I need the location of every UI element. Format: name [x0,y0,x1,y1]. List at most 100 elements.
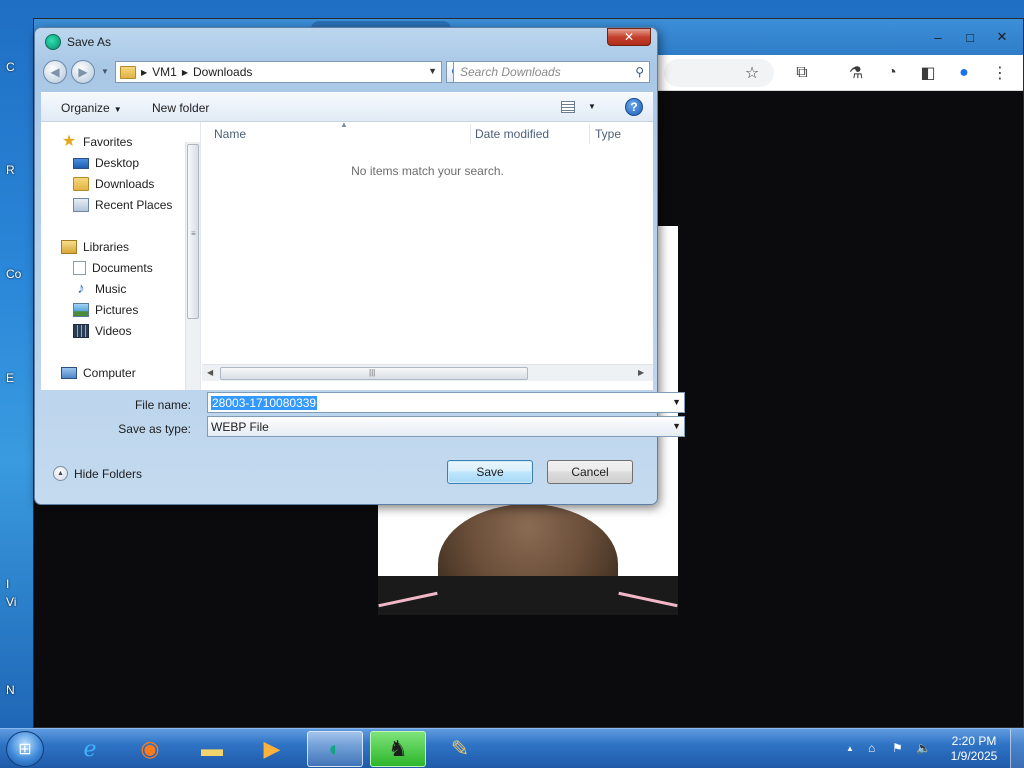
nav-item-favorites[interactable]: ★ Favorites [61,132,133,152]
volume-muted-icon[interactable]: 🔈 [916,741,931,755]
column-header-name[interactable]: Name [214,122,246,146]
nav-item-libraries[interactable]: Libraries [61,237,129,257]
new-folder-button[interactable]: New folder [152,101,209,115]
save-button[interactable]: Save [447,460,533,484]
scrollbar-thumb[interactable]: ||| [220,367,528,380]
firefox-icon[interactable]: ◉ [122,731,178,767]
scroll-left-icon[interactable]: ◀ [207,368,213,377]
chevron-right-icon[interactable]: ▶ [182,68,188,77]
file-name-field[interactable]: 28003-1710080339 ▼ [207,392,685,413]
nav-item-recent-places[interactable]: Recent Places [73,195,172,215]
search-input[interactable]: Search Downloads ⚲ [453,61,650,83]
chevron-right-icon[interactable]: ▶ [141,68,147,77]
nav-item-desktop[interactable]: Desktop [73,153,139,173]
recent-locations-dropdown[interactable]: ▼ [101,67,109,76]
show-desktop-button[interactable] [1010,729,1024,768]
desktop-label-fragment: N [6,683,15,697]
file-explorer-icon[interactable]: ▬ [184,731,240,767]
side-panel-icon[interactable]: ◧ [918,63,938,83]
horizontal-scrollbar[interactable]: ◀ ||| ▶ [202,364,653,381]
nav-item-label: Computer [83,366,136,380]
chevron-up-icon: ▲ [53,466,68,481]
profile-icon[interactable]: ● [954,63,974,83]
sort-ascending-icon: ▲ [340,120,348,129]
nav-item-documents[interactable]: Documents [73,258,153,278]
clock[interactable]: 2:20 PM 1/9/2025 [944,734,1004,764]
desktop-icon [73,157,89,169]
save-as-type-select[interactable]: WEBP File ▼ [207,416,685,437]
breadcrumb-item[interactable]: Downloads [193,65,252,79]
menu-icon[interactable]: ⋮ [990,63,1010,83]
scroll-right-icon[interactable]: ▶ [638,368,644,377]
app-icon[interactable]: ◐ [307,731,363,767]
column-header-date-modified[interactable]: Date modified [475,122,549,146]
nav-item-label: Recent Places [95,198,173,212]
libraries-icon [61,240,77,254]
chevron-down-icon[interactable]: ▼ [672,397,681,407]
search-placeholder: Search Downloads [460,65,561,79]
nav-item-label: Favorites [83,135,133,149]
breadcrumb[interactable]: ▶ VM1 ▶ Downloads ▼ [115,61,442,83]
address-dropdown[interactable]: ▼ [428,66,437,76]
navigation-pane: ★ Favorites Desktop Downloads Recent Pla… [41,122,201,390]
cancel-button[interactable]: Cancel [547,460,633,484]
column-header-type[interactable]: Type [595,122,621,146]
search-icon[interactable]: ⚲ [635,65,644,79]
labs-icon[interactable]: ⚗ [846,63,866,83]
media-player-icon[interactable]: ▶ [244,731,300,767]
scrollbar-thumb[interactable]: ≡ [187,144,199,319]
performance-icon[interactable]: ◔ [882,63,902,83]
desktop-label-fragment: C [6,60,15,74]
chevron-down-icon: ▼ [113,105,122,114]
show-hidden-icons[interactable]: ▲ [846,744,854,753]
paint-icon[interactable]: ✎ [432,731,488,767]
nav-item-label: Documents [92,261,153,275]
start-button[interactable]: ⊞ [6,731,44,767]
nav-item-music[interactable]: ♪ Music [73,279,126,299]
network-icon[interactable]: ⌂ [868,741,875,755]
counter-strike-icon[interactable]: ♞ [370,731,426,767]
organize-button[interactable]: Organize ▼ [61,101,122,115]
view-options-dropdown[interactable]: ▼ [588,102,596,111]
file-name-label: File name: [134,398,191,412]
action-center-flag-icon[interactable]: ⚑ [892,741,903,755]
computer-icon [61,367,77,379]
save-as-type-label: Save as type: [118,422,191,436]
breadcrumb-item[interactable]: VM1 [152,65,177,79]
clock-date: 1/9/2025 [950,749,998,763]
nav-item-downloads[interactable]: Downloads [73,174,154,194]
help-icon[interactable]: ? [625,98,643,116]
chevron-down-icon[interactable]: ▼ [672,421,681,431]
navigation-row: ◀ ▶ ▼ ▶ VM1 ▶ Downloads ▼ ⟳ Search Downl… [43,59,651,85]
nav-item-pictures[interactable]: Pictures [73,300,138,320]
dialog-title: Save As [67,35,112,49]
music-icon: ♪ [77,280,85,297]
nav-pane-scrollbar[interactable]: ≡ [185,142,200,390]
nav-item-videos[interactable]: Videos [73,321,131,341]
column-separator[interactable] [470,124,471,144]
hide-folders-button[interactable]: ▲ Hide Folders [53,466,142,481]
nav-item-computer[interactable]: Computer [61,363,136,383]
back-button[interactable]: ◀ [43,60,67,84]
minimize-button[interactable]: ‒ [923,27,953,47]
forward-button[interactable]: ▶ [71,60,95,84]
change-view-icon[interactable] [561,101,575,113]
bookmark-star-icon[interactable]: ☆ [742,63,762,83]
desktop-label-fragment: Co [6,267,22,281]
dialog-body: ★ Favorites Desktop Downloads Recent Pla… [41,120,653,390]
dialog-button-area: ▲ Hide Folders Save Cancel [41,446,653,496]
pictures-icon [73,303,89,317]
dialog-close-button[interactable]: ✕ [607,28,651,46]
extensions-icon[interactable]: ⧉ [792,63,812,83]
nav-item-label: Desktop [95,156,140,170]
desktop-label-fragment: R [6,163,15,177]
internet-explorer-icon[interactable]: ℯ [62,731,118,767]
downloads-folder-icon [73,177,89,191]
grip-icon: ≡ [191,229,196,238]
videos-icon [73,324,89,338]
maximize-button[interactable]: □ [955,27,985,47]
desktop-label-fragment: E [6,371,15,385]
column-separator[interactable] [589,124,590,144]
close-button[interactable]: ✕ [987,27,1017,47]
empty-results-message: No items match your search. [351,164,504,178]
